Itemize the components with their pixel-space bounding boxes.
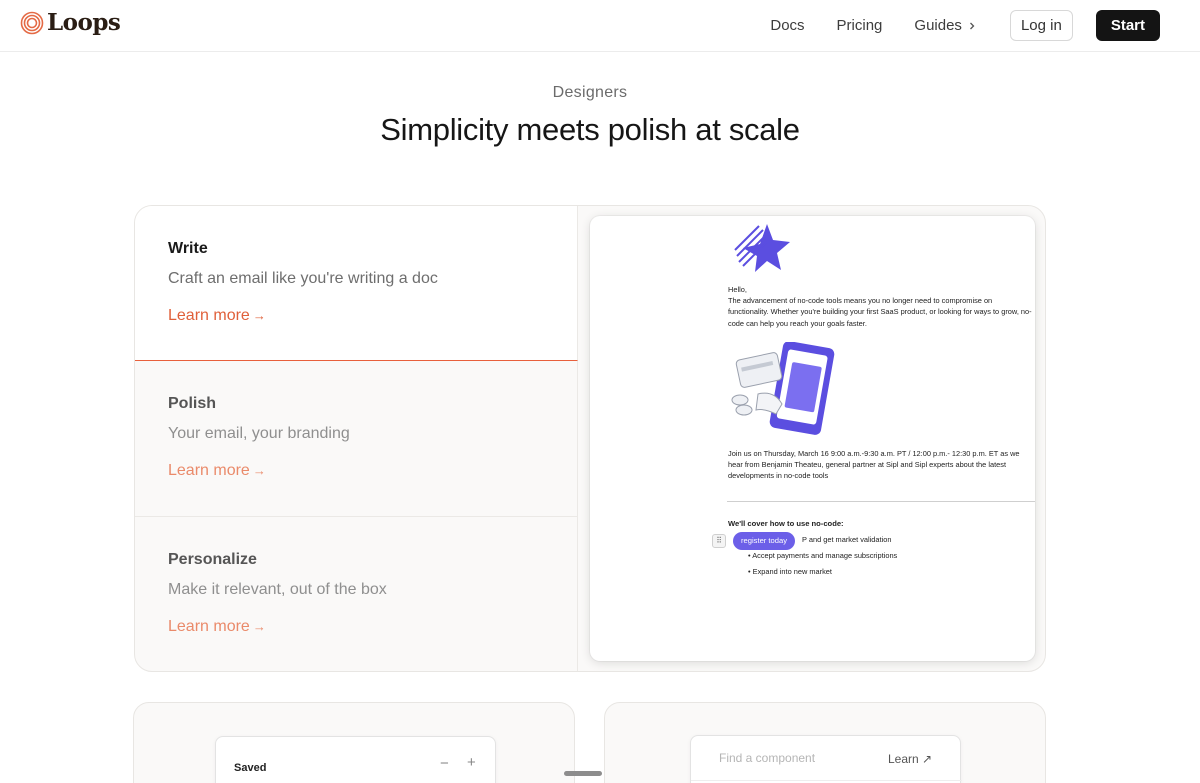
scroll-handle[interactable] [564, 771, 602, 776]
email-preview: Hello, The advancement of no-code tools … [590, 216, 1035, 661]
email-bullet-1: P and get market validation [802, 535, 892, 544]
logo-text: Loops [47, 9, 121, 36]
panel-divider [691, 780, 962, 781]
phone-illustration-icon [731, 342, 835, 435]
learn-more-label: Learn more [168, 618, 250, 635]
register-today-button[interactable]: register today [733, 532, 796, 550]
email-greeting: Hello, [728, 285, 747, 294]
plus-icon[interactable]: + [467, 754, 476, 771]
saved-label: Saved [234, 762, 267, 774]
email-paragraph-2: Join us on Thursday, March 16 9:00 a.m.-… [728, 449, 1020, 481]
feature-description: Craft an email like you're writing a doc [168, 270, 438, 287]
feature-description: Make it relevant, out of the box [168, 581, 387, 598]
component-card: Find a component Learn ↗ [604, 702, 1046, 783]
feature-tab-polish[interactable]: Polish Your email, your branding Learn m… [135, 361, 578, 516]
nav-menu: Docs Pricing Guides Log in Start [770, 10, 1160, 41]
email-body-1: The advancement of no-code tools means y… [728, 296, 1032, 328]
arrow-right-icon: → [252, 308, 266, 323]
feature-tab-personalize[interactable]: Personalize Make it relevant, out of the… [135, 516, 578, 671]
learn-more-link[interactable]: Learn more → [168, 462, 266, 480]
email-paragraph-1: Hello, The advancement of no-code tools … [728, 284, 1033, 329]
component-panel: Find a component Learn ↗ [690, 735, 962, 783]
feature-tab-write[interactable]: Write Craft an email like you're writing… [135, 206, 578, 361]
nav-pricing-link[interactable]: Pricing [837, 17, 883, 34]
nav-guides-link[interactable]: Guides [914, 17, 977, 34]
feature-title: Write [168, 240, 208, 257]
block-drag-handle-icon[interactable]: ⠿ [712, 534, 726, 548]
learn-more-link[interactable]: Learn more → [168, 618, 266, 636]
email-divider [727, 501, 1035, 502]
nav-guides-label: Guides [914, 17, 962, 34]
email-list-title: We'll cover how to use no-code: [728, 519, 844, 528]
saved-panel: Saved − + [215, 736, 496, 783]
minus-icon[interactable]: − [440, 755, 449, 772]
learn-more-label: Learn more [168, 462, 250, 479]
loops-logo-icon [20, 11, 44, 34]
section-headline: Simplicity meets polish at scale [380, 112, 800, 147]
login-button[interactable]: Log in [1009, 10, 1073, 41]
nav-docs-link[interactable]: Docs [770, 17, 804, 34]
top-navbar: Loops Docs Pricing Guides Log in Start [0, 0, 1200, 52]
start-button[interactable]: Start [1095, 10, 1160, 41]
feature-title: Personalize [168, 551, 257, 568]
logo[interactable]: Loops [20, 9, 121, 36]
chevron-right-icon [969, 22, 975, 29]
feature-description: Your email, your branding [168, 425, 350, 442]
feature-title: Polish [168, 395, 217, 412]
learn-more-label: Learn more [168, 307, 250, 324]
section-eyebrow: Designers [552, 84, 628, 101]
feature-card: Write Craft an email like you're writing… [134, 205, 1046, 672]
email-bullet-3: • Expand into new market [748, 567, 832, 576]
learn-more-link[interactable]: Learn more → [168, 307, 266, 325]
saved-card: Saved − + [133, 702, 575, 783]
component-search-input[interactable]: Find a component [719, 751, 815, 765]
arrow-right-icon: → [252, 619, 266, 634]
star-illustration-icon [734, 224, 790, 272]
arrow-right-icon: → [252, 463, 266, 478]
email-bullet-2: • Accept payments and manage subscriptio… [748, 551, 898, 560]
learn-link[interactable]: Learn ↗ [888, 752, 932, 766]
